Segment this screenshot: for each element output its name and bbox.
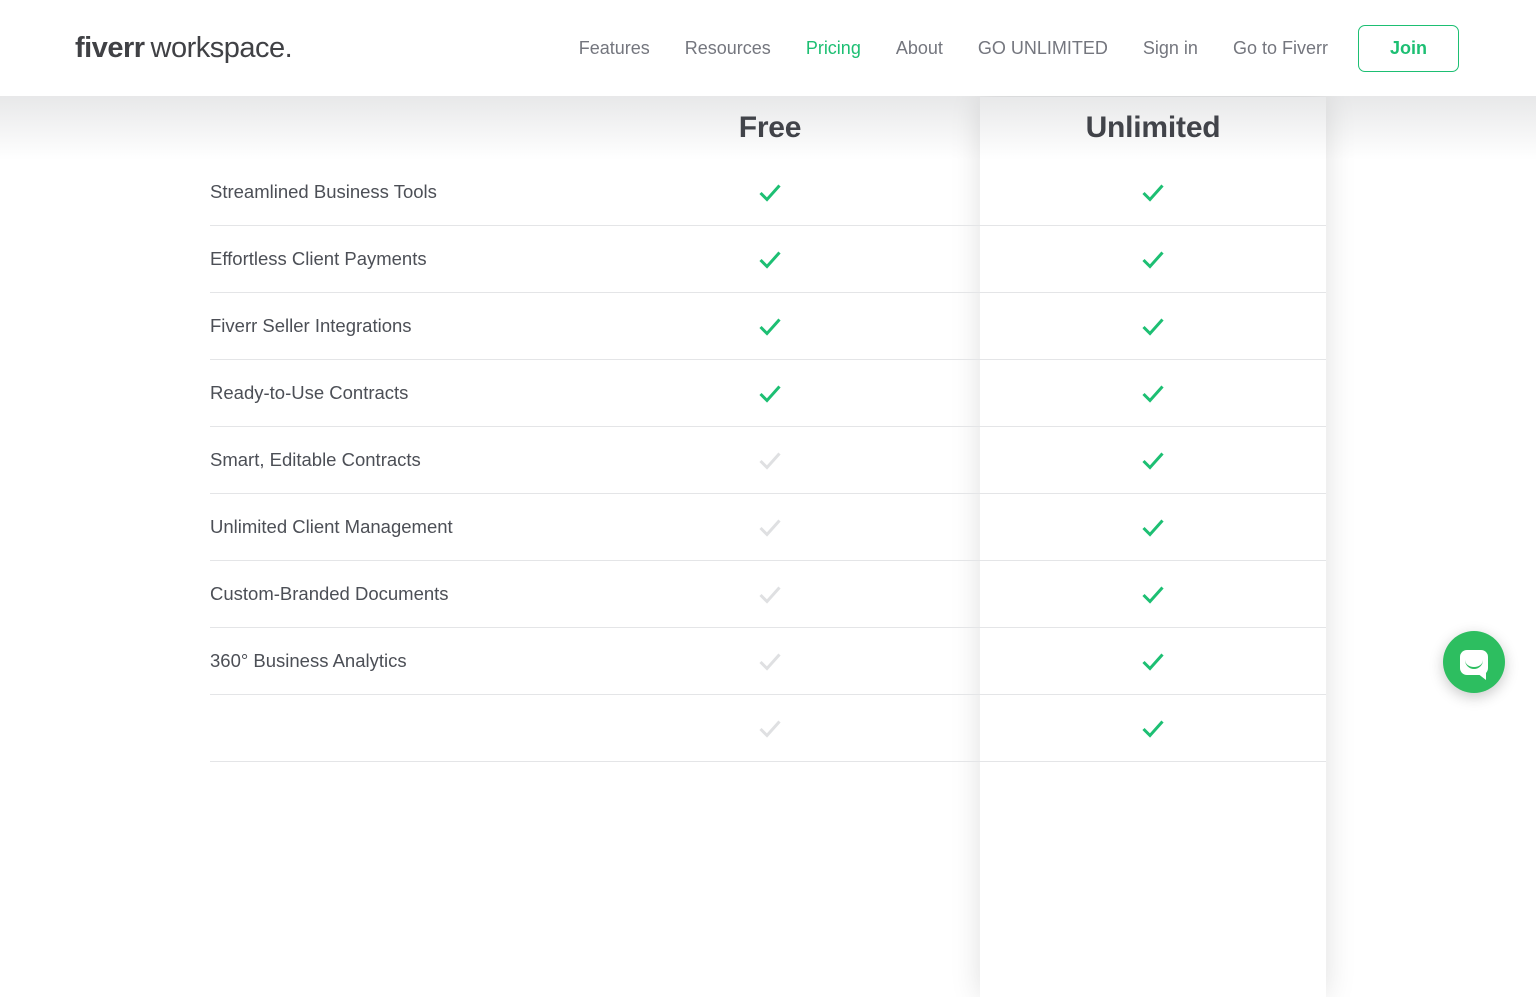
- nav-link-pricing[interactable]: Pricing: [806, 38, 861, 59]
- feature-label: Smart, Editable Contracts: [210, 427, 560, 493]
- nav-link-sign-in[interactable]: Sign in: [1143, 38, 1198, 59]
- table-row: Effortless Client Payments: [210, 226, 1326, 293]
- nav-links: Features Resources Pricing About GO UNLIMITE…: [579, 38, 1328, 59]
- unlimited-plan-cell: [980, 518, 1326, 537]
- included-check-icon: [1141, 518, 1165, 537]
- feature-label: Unlimited Client Management: [210, 494, 560, 560]
- nav-link-go-to-fiverr[interactable]: Go to Fiverr: [1233, 38, 1328, 59]
- feature-label: Fiverr Seller Integrations: [210, 293, 560, 359]
- free-plan-cell: [560, 652, 980, 671]
- feature-label: Ready-to-Use Contracts: [210, 360, 560, 426]
- included-check-icon: [1141, 317, 1165, 336]
- table-row: Unlimited Client Management: [210, 494, 1326, 561]
- excluded-gray-check-icon: [758, 518, 782, 537]
- table-row: Streamlined Business Tools: [210, 159, 1326, 226]
- chat-launcher-button[interactable]: [1443, 631, 1505, 693]
- chat-smile-icon: [1465, 660, 1483, 669]
- table-row: [210, 695, 1326, 762]
- included-check-icon: [758, 250, 782, 269]
- included-check-icon: [1141, 585, 1165, 604]
- feature-label: [210, 695, 560, 761]
- excluded-gray-check-icon: [758, 652, 782, 671]
- included-check-icon: [758, 183, 782, 202]
- feature-rows: Streamlined Business ToolsEffortless Cli…: [210, 159, 1326, 762]
- included-check-icon: [758, 384, 782, 403]
- nav-link-resources[interactable]: Resources: [685, 38, 771, 59]
- unlimited-plan-cell: [980, 719, 1326, 738]
- fiverr-workspace-logo[interactable]: fiverr workspace.: [75, 32, 292, 65]
- nav-link-features[interactable]: Features: [579, 38, 650, 59]
- feature-label: 360° Business Analytics: [210, 628, 560, 694]
- excluded-gray-check-icon: [758, 719, 782, 738]
- free-plan-cell: [560, 719, 980, 738]
- feature-label: Effortless Client Payments: [210, 226, 560, 292]
- included-check-icon: [1141, 451, 1165, 470]
- unlimited-plan-cell: [980, 585, 1326, 604]
- logo-fiverr-text: fiverr: [75, 32, 145, 65]
- excluded-gray-check-icon: [758, 585, 782, 604]
- table-row: Custom-Branded Documents: [210, 561, 1326, 628]
- included-check-icon: [1141, 250, 1165, 269]
- unlimited-plan-header: Unlimited: [1086, 111, 1221, 145]
- unlimited-plan-cell: [980, 317, 1326, 336]
- unlimited-plan-cell: [980, 451, 1326, 470]
- table-row: 360° Business Analytics: [210, 628, 1326, 695]
- unlimited-plan-cell: [980, 384, 1326, 403]
- chat-bubble-icon: [1460, 650, 1488, 675]
- free-plan-header: Free: [739, 111, 802, 145]
- included-check-icon: [758, 317, 782, 336]
- excluded-gray-check-icon: [758, 451, 782, 470]
- free-plan-cell: [560, 384, 980, 403]
- unlimited-plan-cell: [980, 652, 1326, 671]
- included-check-icon: [1141, 183, 1165, 202]
- included-check-icon: [1141, 652, 1165, 671]
- free-plan-cell: [560, 451, 980, 470]
- table-header-row: Free Unlimited: [210, 97, 1326, 159]
- free-plan-cell: [560, 317, 980, 336]
- table-row: Ready-to-Use Contracts: [210, 360, 1326, 427]
- free-plan-cell: [560, 585, 980, 604]
- feature-label: Custom-Branded Documents: [210, 561, 560, 627]
- table-row: Fiverr Seller Integrations: [210, 293, 1326, 360]
- plan-comparison-table: Free Unlimited Streamlined Business Tool…: [210, 97, 1326, 722]
- table-row: Smart, Editable Contracts: [210, 427, 1326, 494]
- nav-link-about[interactable]: About: [896, 38, 943, 59]
- unlimited-plan-cell: [980, 183, 1326, 202]
- top-navigation-bar: fiverr workspace. Features Resources Prici…: [0, 0, 1536, 96]
- logo-workspace-text: workspace.: [151, 32, 293, 65]
- included-check-icon: [1141, 384, 1165, 403]
- feature-label: Streamlined Business Tools: [210, 159, 560, 225]
- unlimited-plan-cell: [980, 250, 1326, 269]
- free-plan-cell: [560, 518, 980, 537]
- free-plan-cell: [560, 250, 980, 269]
- free-plan-cell: [560, 183, 980, 202]
- join-button[interactable]: Join: [1358, 25, 1459, 72]
- nav-link-go-unlimited[interactable]: GO UNLIMITED: [978, 38, 1108, 59]
- included-check-icon: [1141, 719, 1165, 738]
